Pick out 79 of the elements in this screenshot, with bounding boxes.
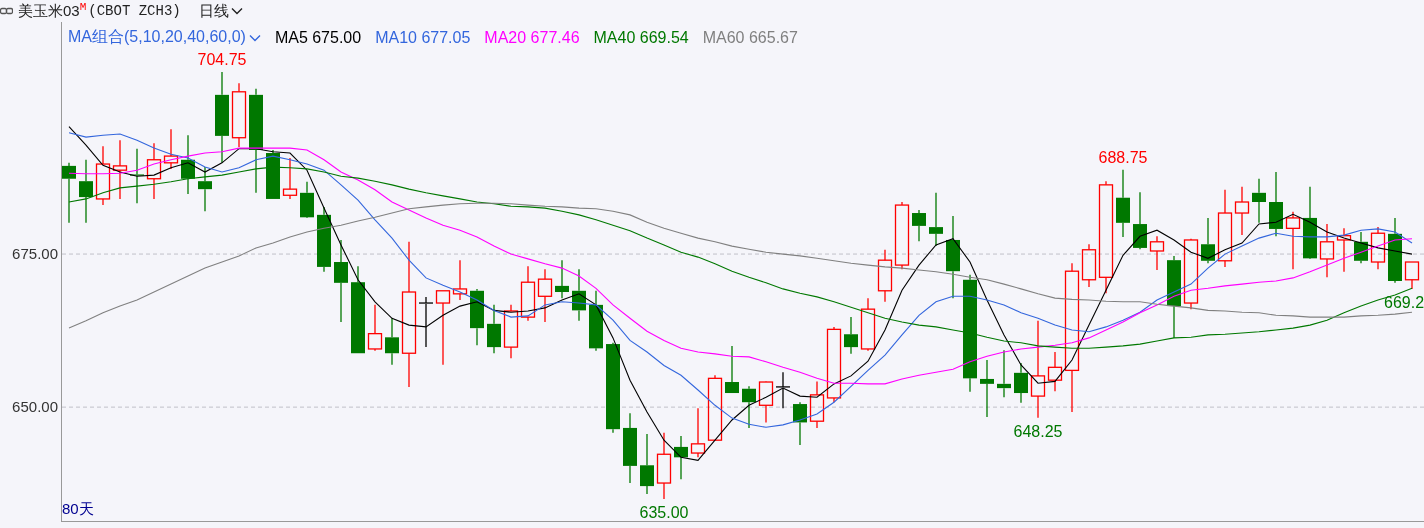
candlestick [929, 192, 943, 247]
candlestick [793, 401, 807, 446]
candlestick [674, 435, 688, 480]
candlestick [725, 345, 739, 394]
candlestick [894, 201, 910, 270]
candlestick [775, 371, 791, 409]
candlestick [503, 304, 519, 359]
instrument-code: (CBOT ZCH3) [88, 3, 181, 19]
price-label: 669.2 [1384, 293, 1424, 311]
legend-item: MA60 665.67 [702, 28, 798, 47]
axis-label: 650.00 [12, 398, 58, 416]
candlestick [1404, 261, 1420, 290]
candlestick [317, 206, 331, 273]
candlestick [1354, 231, 1368, 264]
candlestick [1370, 226, 1386, 270]
candlestick [707, 374, 723, 441]
price-label: 635.00 [639, 503, 689, 521]
candlestick [300, 181, 314, 219]
candlestick [1149, 235, 1165, 271]
chevron-icon [248, 33, 261, 42]
candlestick [742, 385, 756, 429]
candlestick [95, 145, 111, 206]
candlestick [860, 297, 876, 352]
candlestick [112, 139, 128, 200]
legend-item: MA5 675.00 [274, 28, 362, 47]
candlestick [656, 432, 672, 500]
candlestick [1252, 178, 1266, 224]
candlestick [1183, 238, 1199, 310]
candlestick [79, 159, 93, 224]
candlestick [877, 249, 893, 303]
candlestick [470, 288, 484, 346]
candlestick [1269, 171, 1283, 237]
main-contract-label: M [79, 1, 87, 13]
candlestick [980, 359, 994, 418]
legend-item: MA10 677.05 [375, 28, 471, 47]
legend-item: MA40 669.54 [593, 28, 689, 47]
candlestick [912, 209, 926, 242]
candlestick [198, 166, 212, 212]
instrument-title: 美玉米03 [18, 1, 80, 21]
candlestick [1285, 211, 1301, 270]
candlestick [623, 412, 637, 484]
candlestick [589, 290, 603, 352]
candlestick [1133, 191, 1147, 250]
candlestick [130, 148, 144, 204]
candlestick [62, 162, 76, 224]
candlestick [555, 259, 569, 299]
chevron-icon [230, 7, 243, 15]
candlestick [758, 380, 774, 424]
candlestick [997, 349, 1011, 398]
candlestick [520, 265, 536, 322]
legend-item: MA20 677.46 [484, 28, 580, 47]
candlestick [1014, 362, 1028, 404]
price-label: 648.25 [1013, 422, 1063, 440]
link-icon [0, 7, 13, 15]
candlestick [181, 134, 195, 195]
candlestick [146, 142, 162, 200]
period-dropdown[interactable]: 日线 [196, 1, 245, 21]
candlestick [231, 82, 247, 148]
day-count: 80天 [62, 500, 94, 519]
candlestick [537, 268, 553, 323]
candlestick [572, 268, 586, 322]
candlestick [487, 304, 501, 354]
candlestick [1319, 223, 1335, 278]
candlestick [367, 304, 383, 352]
candlestick [1388, 217, 1402, 284]
candlestick [266, 149, 280, 200]
price-label: 704.75 [197, 50, 247, 68]
candlestick [690, 407, 706, 458]
axis-label: 675.00 [12, 245, 58, 263]
candlestick [282, 157, 298, 200]
candlestick [640, 433, 654, 495]
candlestick [1336, 227, 1352, 273]
candlestick [163, 128, 179, 170]
indicator-dropdown[interactable]: MA组合(5,10,20,40,60,0) [68, 27, 261, 48]
price-label: 688.75 [1098, 148, 1148, 166]
candlestick [1116, 169, 1130, 238]
candlestick [385, 317, 399, 366]
candlestick [1201, 217, 1215, 264]
candlestick [844, 316, 858, 355]
